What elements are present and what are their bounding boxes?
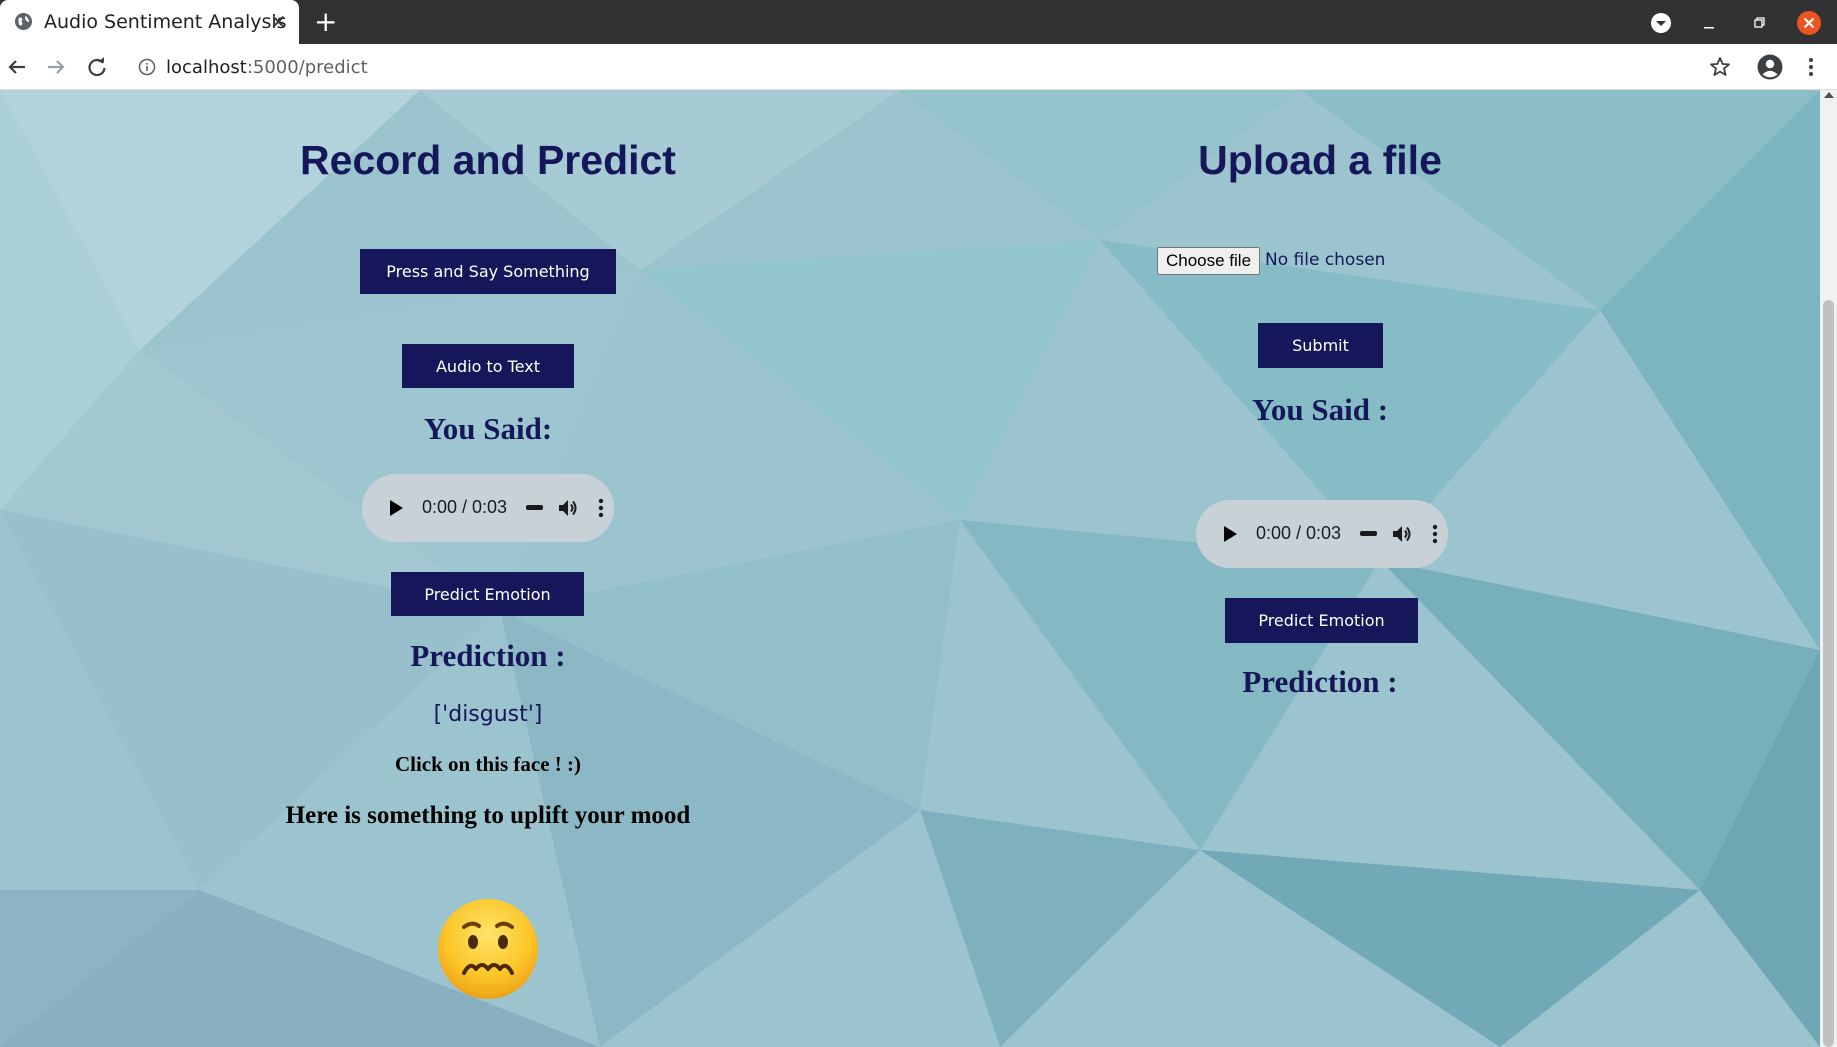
restore-icon[interactable] <box>1746 10 1772 36</box>
audio-player: 0:00 / 0:03 <box>362 474 614 542</box>
low-poly-background <box>0 90 1820 1047</box>
scroll-thumb[interactable] <box>1823 300 1834 1047</box>
forward-arrow-icon[interactable] <box>42 53 70 81</box>
predict-emotion-button-upload[interactable]: Predict Emotion <box>1225 598 1418 643</box>
volume-icon[interactable] <box>1390 522 1414 546</box>
you-said-label-upload: You Said : <box>1251 392 1389 427</box>
audio-progress-bar[interactable] <box>526 505 543 510</box>
submit-button[interactable]: Submit <box>1258 323 1383 368</box>
tab-close-icon[interactable]: ✕ <box>270 10 287 34</box>
reload-icon[interactable] <box>83 53 111 81</box>
tab-search-icon[interactable] <box>1648 10 1674 36</box>
face-prompt: Click on this face ! :) <box>394 752 582 776</box>
play-icon[interactable] <box>1224 526 1237 542</box>
audio-progress-bar[interactable] <box>1360 531 1377 536</box>
bookmark-star-icon[interactable] <box>1706 53 1734 81</box>
prediction-value: ['disgust'] <box>433 702 543 727</box>
browser-toolbar: localhost:5000/predict <box>0 44 1837 90</box>
menu-kebab-icon[interactable] <box>1797 53 1825 81</box>
profile-avatar-icon[interactable] <box>1756 53 1784 81</box>
tab-title: Audio Sentiment Analysis <box>44 11 287 33</box>
nauseated-face-icon[interactable] <box>436 897 540 1001</box>
volume-icon[interactable] <box>556 496 580 520</box>
more-options-icon[interactable] <box>1432 522 1438 546</box>
uplift-text: Here is something to uplift your mood <box>285 802 691 829</box>
audio-to-text-button[interactable]: Audio to Text <box>402 344 574 388</box>
minimize-icon[interactable] <box>1696 10 1722 36</box>
audio-time: 0:00 / 0:03 <box>1256 523 1342 543</box>
record-heading: Record and Predict <box>300 137 676 183</box>
you-said-label: You Said: <box>423 411 553 446</box>
play-icon[interactable] <box>390 500 403 516</box>
info-icon[interactable] <box>138 58 156 76</box>
audio-time: 0:00 / 0:03 <box>422 497 508 517</box>
no-file-text: No file chosen <box>1265 250 1386 270</box>
url-host: localhost <box>166 57 247 78</box>
audio-player-upload: 0:00 / 0:03 <box>1196 500 1448 568</box>
tab-strip: Audio Sentiment Analysis ✕ + <box>0 0 1837 44</box>
page-scrollbar[interactable] <box>1820 90 1837 1047</box>
choose-file-button[interactable]: Choose file <box>1157 247 1260 275</box>
globe-icon <box>14 12 33 31</box>
url-text[interactable]: localhost:5000/predict <box>166 57 368 78</box>
back-arrow-icon[interactable] <box>3 53 31 81</box>
prediction-label-record: Prediction : <box>410 638 566 673</box>
prediction-label-upload: Prediction : <box>1242 664 1398 699</box>
close-window-icon[interactable] <box>1796 10 1822 36</box>
upload-heading: Upload a file <box>1198 137 1442 183</box>
new-tab-button[interactable]: + <box>314 5 337 38</box>
address-bar[interactable]: localhost:5000/predict <box>128 47 1719 87</box>
active-tab[interactable]: Audio Sentiment Analysis ✕ <box>0 0 299 44</box>
predict-emotion-button-record[interactable]: Predict Emotion <box>391 572 584 616</box>
more-options-icon[interactable] <box>598 496 604 520</box>
url-path: :5000/predict <box>246 57 368 78</box>
record-button[interactable]: Press and Say Something <box>360 249 616 294</box>
page-viewport: Record and Predict Press and Say Somethi… <box>0 90 1820 1047</box>
scroll-up-arrow-icon[interactable] <box>1824 92 1834 98</box>
